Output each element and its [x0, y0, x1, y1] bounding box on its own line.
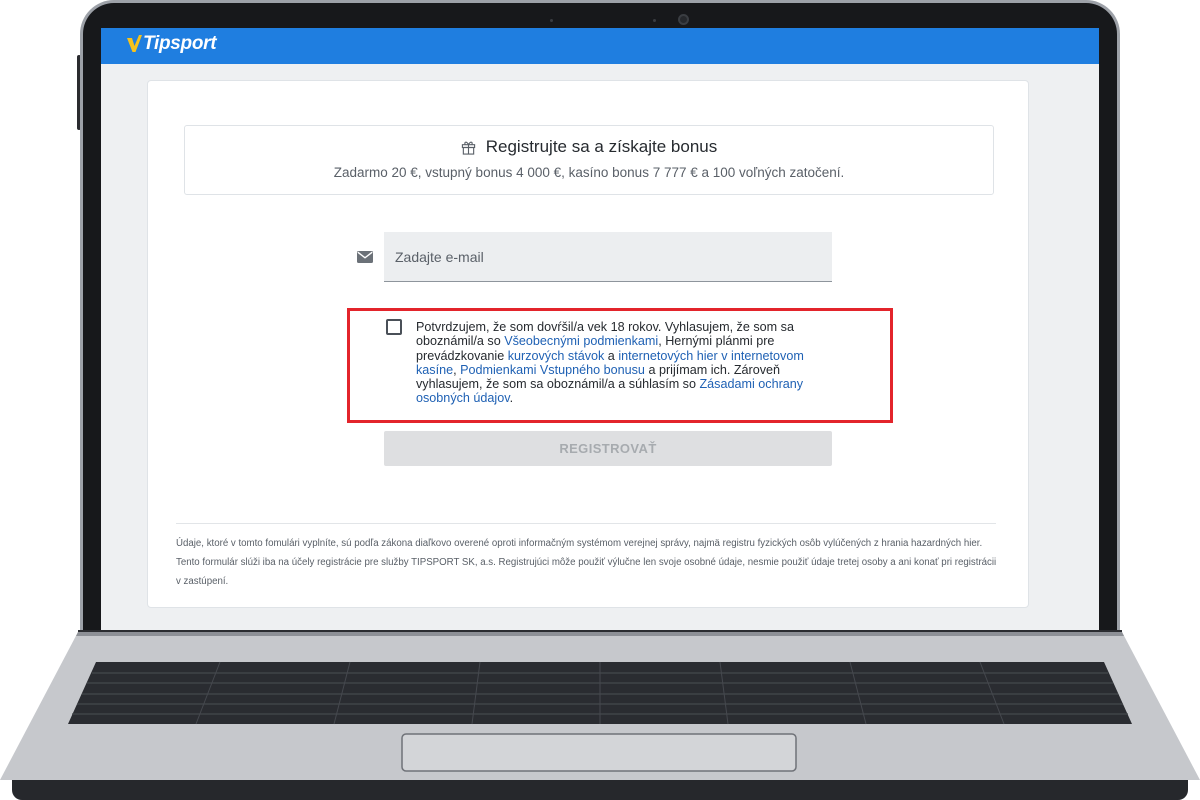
bonus-banner: Registrujte sa a získajte bonus Zadarmo … [184, 125, 994, 195]
bonus-subtitle: Zadarmo 20 €, vstupný bonus 4 000 €, kas… [333, 165, 845, 180]
webcam-icon [678, 14, 689, 25]
registration-card: Registrujte sa a získajte bonus Zadarmo … [147, 80, 1029, 608]
consent-text: Potvrdzujem, že som dovŕšil/a vek 18 rok… [416, 320, 831, 406]
mail-icon [357, 251, 373, 263]
consent-text-part: . [509, 391, 514, 406]
email-input[interactable] [384, 232, 832, 281]
laptop-base-edge [12, 780, 1188, 800]
tipsport-logo[interactable]: Tipsport [127, 33, 217, 55]
bonus-title: Registrujte sa a získajte bonus [485, 137, 718, 156]
bonus-title-row: Registrujte sa a získajte bonus [185, 137, 993, 157]
camera-sensor-dot [550, 19, 553, 22]
register-button[interactable]: REGISTROVAŤ [384, 431, 832, 466]
legal-notice: Údaje, ktoré v tomto fomulári vyplníte, … [176, 538, 997, 587]
consent-checkbox[interactable] [386, 319, 402, 335]
consent-text-part: a [604, 348, 619, 363]
tipsport-logo-mark-icon [127, 35, 142, 52]
camera-sensor-dot [653, 19, 656, 22]
bonus-terms-link[interactable]: Podmienkami Vstupného bonusu [460, 363, 645, 377]
logo-text: Tipsport [143, 33, 217, 54]
laptop-keyboard-deck [0, 632, 1200, 780]
screen: Tipsport Registrujte sa a získajte bonus… [101, 28, 1099, 630]
email-field[interactable] [384, 232, 832, 282]
general-terms-link[interactable]: Všeobecnými podmienkami [504, 334, 658, 348]
divider [176, 523, 996, 524]
betting-link[interactable]: kurzových stávok [508, 349, 605, 363]
top-bar: Tipsport [101, 28, 1099, 64]
gift-icon [461, 141, 475, 155]
